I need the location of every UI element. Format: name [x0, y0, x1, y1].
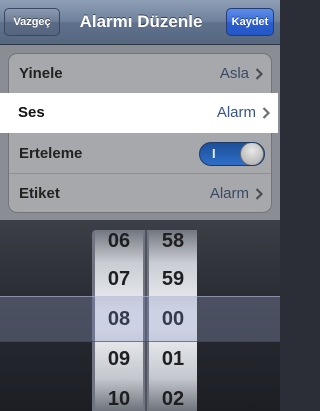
- chevron-right-icon: [255, 188, 263, 200]
- hour-item-selected: 08: [107, 308, 131, 330]
- minute-item: 59: [161, 268, 185, 290]
- row-label: Etiket: [19, 185, 60, 202]
- settings-group: Yinele Asla Erteleme I Etiket Alarm: [8, 53, 272, 213]
- navigation-bar: Vazgeç Alarmı Düzenle Kaydet: [0, 0, 280, 45]
- settings-row-label[interactable]: Etiket Alarm: [9, 174, 271, 212]
- hour-item: 09: [107, 348, 131, 370]
- minute-item: 01: [161, 348, 185, 370]
- hour-item: 06: [107, 230, 131, 252]
- cancel-button[interactable]: Vazgeç: [4, 8, 60, 36]
- hour-item: 10: [107, 388, 131, 410]
- settings-row-snooze: Erteleme I: [9, 134, 271, 174]
- wheel-divider: [145, 230, 147, 411]
- row-value: Alarm: [209, 185, 249, 202]
- row-value: Asla: [219, 65, 249, 82]
- row-label: Ses: [18, 104, 45, 121]
- toggle-on-text: I: [212, 146, 216, 161]
- snooze-toggle[interactable]: I: [199, 142, 265, 166]
- hour-item: 07: [107, 268, 131, 290]
- row-value: Alarm: [216, 104, 256, 121]
- settings-row-sound[interactable]: Ses Alarm: [0, 93, 278, 133]
- chevron-right-icon: [255, 68, 263, 80]
- settings-row-repeat[interactable]: Yinele Asla: [9, 54, 271, 94]
- row-label: Yinele: [19, 65, 63, 82]
- minute-item-selected: 00: [161, 308, 185, 330]
- chevron-right-icon: [262, 107, 270, 119]
- settings-section: Yinele Asla Erteleme I Etiket Alarm Ses …: [0, 45, 280, 220]
- toggle-knob: [240, 143, 264, 165]
- minute-item: 58: [161, 230, 185, 252]
- row-label: Erteleme: [19, 145, 83, 162]
- minute-item: 02: [161, 388, 185, 410]
- save-button[interactable]: Kaydet: [226, 8, 274, 36]
- minute-wheel[interactable]: 58 59 00 01 02: [149, 230, 197, 411]
- hour-wheel[interactable]: 06 07 08 09 10: [95, 230, 143, 411]
- page-title: Alarmı Düzenle: [79, 12, 203, 31]
